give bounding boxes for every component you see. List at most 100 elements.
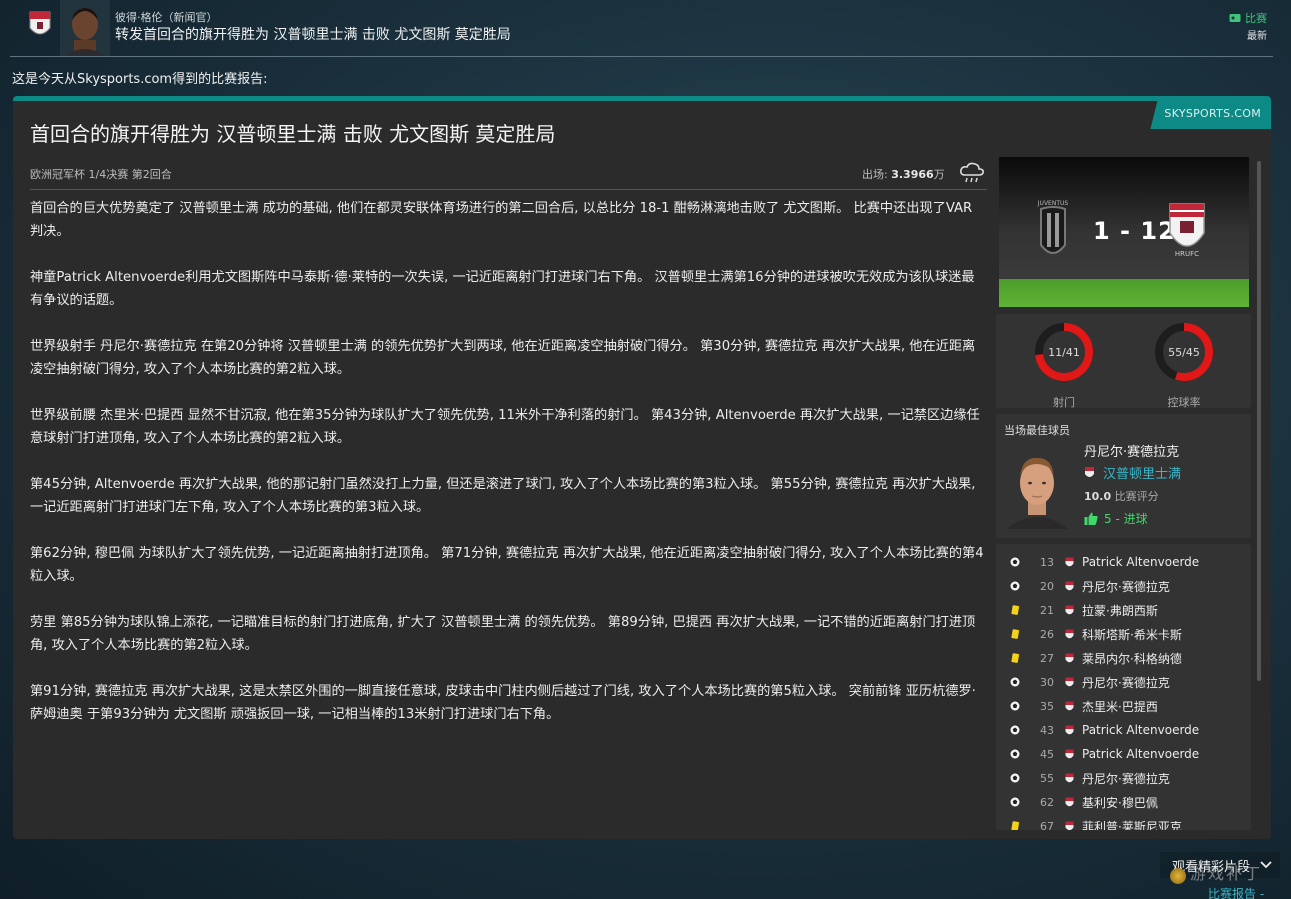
event-row[interactable]: 45 Patrick Altenvoerde [996,742,1246,766]
event-player: Patrick Altenvoerde [1082,555,1200,569]
club-badge-icon [1065,629,1074,638]
event-player: 丹尼尔·赛德拉克 [1082,579,1170,594]
article-body: 首回合的巨大优势奠定了 汉普顿里士满 成功的基础, 他们在都灵安联体育场进行的第… [30,197,985,749]
potm-club-name: 汉普顿里士满 [1103,467,1182,482]
potm-name[interactable]: 丹尼尔·赛德拉克 [1084,441,1179,460]
coin-icon [1170,868,1186,884]
event-player: Patrick Altenvoerde [1082,723,1200,737]
event-row[interactable]: 43 Patrick Altenvoerde [996,718,1246,742]
event-minute: 20 [1040,579,1054,593]
event-row[interactable]: 30 丹尼尔·赛德拉克 [996,670,1246,694]
event-row[interactable]: 13 Patrick Altenvoerde [996,550,1246,574]
yellow-card-icon [1011,629,1020,639]
match-tag-label: 比赛 [1245,12,1267,25]
attendance: 出场: 3.3966万 [862,166,945,182]
club-badge-icon [1065,557,1074,566]
away-badge-text: HRUFC [1175,250,1199,258]
shots-label: 射门 [1053,396,1075,409]
event-row[interactable]: 21 拉蒙·弗朗西斯 [996,598,1246,622]
event-row[interactable]: 67 菲利普·莱斯尼亚克 [996,814,1246,830]
possession-value: 55/45 [1168,346,1200,359]
event-row[interactable]: 26 科斯塔斯·希米卡斯 [996,622,1246,646]
club-badge-icon [1065,773,1074,782]
event-player: 科斯塔斯·希米卡斯 [1082,627,1182,642]
potm-title: 当场最佳球员 [1004,424,1070,437]
final-score: 1 - 12 [1093,217,1176,245]
ball-icon [1010,677,1020,687]
event-minute: 62 [1040,795,1054,809]
event-minute: 55 [1040,771,1054,785]
attendance-label: 出场: [862,168,892,181]
club-badge-icon [1065,749,1074,758]
event-minute: 13 [1040,555,1054,569]
article-title: 首回合的旗开得胜为 汉普顿里士满 击败 尤文图斯 莫定胜局 [30,122,556,146]
club-badge-icon [1065,653,1074,662]
ball-icon [1010,557,1020,567]
message-subject: 转发首回合的旗开得胜为 汉普顿里士满 击败 尤文图斯 莫定胜局 [115,27,511,43]
player-of-the-match[interactable]: 当场最佳球员 丹尼尔·赛德拉克 汉普顿里士满 10.0 比赛评分 5 - 进球 [996,414,1251,538]
club-badge-icon [1065,605,1074,614]
event-row[interactable]: 35 杰里米·巴提西 [996,694,1246,718]
event-minute: 43 [1040,723,1054,737]
event-minute: 30 [1040,675,1054,689]
intro-text: 这是今天从Skysports.com得到的比赛报告: [12,72,268,87]
event-player: 丹尼尔·赛德拉克 [1082,675,1170,690]
sidebar-scrollbar[interactable] [1257,161,1261,681]
club-badge-icon [29,11,51,35]
potm-avatar [1006,457,1068,529]
home-team-badge: JUVENTUS [1037,200,1069,254]
event-player: 杰里米·巴提西 [1082,699,1158,714]
competition-label: 欧洲冠军杯 1/4决赛 第2回合 [30,168,172,181]
paragraph: 首回合的巨大优势奠定了 汉普顿里士满 成功的基础, 他们在都灵安联体育场进行的第… [30,201,973,239]
event-row[interactable]: 20 丹尼尔·赛德拉克 [996,574,1246,598]
potm-goals-label: 5 - 进球 [1104,512,1148,526]
event-minute: 35 [1040,699,1054,713]
match-stats: 11/41 射门 55/45 控球率 [996,314,1251,409]
paragraph: 神童Patrick Altenvoerde利用尤文图斯阵中马泰斯·德·莱特的一次… [30,270,975,308]
latest-label: 最新 [1247,31,1267,42]
event-player: 拉蒙·弗朗西斯 [1082,603,1158,618]
sender-name: 彼得·格伦（新闻官） [115,11,218,24]
thumbs-up-icon [1084,512,1098,525]
event-row[interactable]: 55 丹尼尔·赛德拉克 [996,766,1246,790]
header-divider [10,56,1273,57]
event-minute: 67 [1040,819,1054,831]
ball-icon [1010,581,1020,591]
event-row[interactable]: 27 莱昂内尔·科格纳德 [996,646,1246,670]
club-badge-icon [1085,467,1094,477]
potm-goals: 5 - 进球 [1084,510,1148,527]
yellow-card-icon [1011,653,1020,663]
sender-avatar[interactable] [60,0,110,56]
away-team-badge: HRUFC [1169,203,1205,258]
event-minute: 21 [1040,603,1054,617]
score-card[interactable]: JUVENTUS 1 - 12 HRUFC [999,157,1249,307]
event-minute: 45 [1040,747,1054,761]
event-player: 丹尼尔·赛德拉克 [1082,771,1170,786]
paragraph: 世界级前腰 杰里米·巴提西 显然不甘沉寂, 他在第35分钟为球队扩大了领先优势,… [30,408,980,446]
event-player: 基利安·穆巴佩 [1082,795,1158,810]
event-player: Patrick Altenvoerde [1082,747,1200,761]
potm-rating: 10.0 比赛评分 [1084,488,1159,504]
shots-value: 11/41 [1048,346,1080,359]
club-badge-icon [1065,797,1074,806]
meta-divider [30,189,987,190]
match-report-link[interactable]: 比赛报告 - [1208,885,1264,899]
paragraph: 世界级射手 丹尼尔·赛德拉克 在第20分钟将 汉普顿里士满 的领先优势扩大到两球… [30,339,976,377]
paragraph: 劳里 第85分钟为球队锦上添花, 一记瞄准目标的射门打进底角, 扩大了 汉普顿里… [30,615,976,653]
potm-club[interactable]: 汉普顿里士满 [1084,463,1181,482]
source-tab[interactable]: SKYSPORTS.COM [1150,100,1271,129]
attendance-unit: 万 [933,168,945,181]
possession-label: 控球率 [1167,396,1201,409]
club-badge-icon [1065,725,1074,734]
pitch-strip [999,279,1249,307]
match-tag[interactable]: 比赛 [1229,10,1267,26]
event-row[interactable]: 62 基利安·穆巴佩 [996,790,1246,814]
message-header: 彼得·格伦（新闻官） 转发首回合的旗开得胜为 汉普顿里士满 击败 尤文图斯 莫定… [0,0,1291,56]
paragraph: 第62分钟, 穆巴佩 为球队扩大了领先优势, 一记近距离抽射打进顶角。 第71分… [30,546,984,584]
match-events: 13 Patrick Altenvoerde 20 丹尼尔·赛德拉克 21 拉蒙·弗朗西斯… [996,544,1251,830]
home-badge-text: JUVENTUS [1037,200,1069,207]
rating-label: 比赛评分 [1114,490,1159,503]
watermark: 游戏补丁 [1190,864,1263,883]
event-player: 莱昂内尔·科格纳德 [1082,651,1182,666]
paragraph: 第45分钟, Altenvoerde 再次扩大战果, 他的那记射门虽然没打上力量… [30,477,976,515]
